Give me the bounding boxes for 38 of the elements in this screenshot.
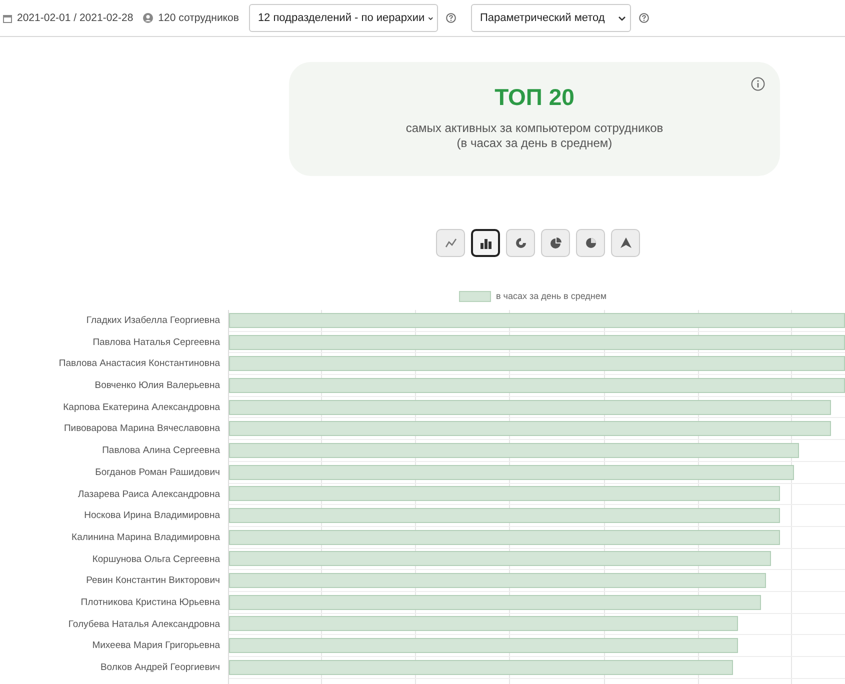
employee-name: Богданов Роман Рашидович bbox=[94, 466, 220, 480]
employee-name: Ревин Константин Викторович bbox=[85, 574, 220, 588]
card-subtitle: самых активных за компьютером сотрудников bbox=[406, 121, 664, 136]
employee-name: Карпова Екатерина Александровна bbox=[62, 400, 220, 415]
card-title: ТОП 20 bbox=[494, 84, 574, 111]
employee-name: Михеева Мария Григорьевна bbox=[91, 639, 220, 654]
legend-label: в часах за день в среднем bbox=[496, 291, 607, 301]
employee-name: Плотникова Кристина Юрьевна bbox=[80, 596, 220, 610]
calendar-icon bbox=[3, 14, 12, 22]
employee-count: 120 сотрудников bbox=[158, 12, 239, 24]
employee-name: Гладких Изабелла Георгиевна bbox=[85, 314, 220, 328]
method-select[interactable]: Параметрический метод bbox=[470, 4, 631, 32]
user-icon bbox=[143, 13, 154, 23]
info-icon[interactable] bbox=[751, 77, 765, 91]
date-range: 2021-02-01 / 2021-02-28 bbox=[17, 12, 134, 24]
legend-swatch bbox=[459, 290, 491, 302]
employee-name: Носкова Ирина Владимировна bbox=[83, 509, 220, 524]
card-note: (в часах за день в среднем) bbox=[456, 136, 612, 151]
employee-name: Павлова Алина Сергеевна bbox=[101, 444, 220, 458]
line-chart-icon bbox=[444, 238, 456, 248]
caret-icon bbox=[428, 16, 433, 20]
donut-chart-icon bbox=[514, 237, 526, 249]
employee-name: Волков Андрей Георгиевич bbox=[99, 661, 220, 675]
caret-icon bbox=[618, 16, 626, 20]
department-select[interactable]: 12 подразделений - по иерархии bbox=[248, 4, 438, 32]
employee-name: Калинина Марина Владимировна bbox=[70, 530, 220, 545]
employee-name: Павлова Анастасия Константиновна bbox=[58, 357, 220, 372]
help-icon[interactable] bbox=[638, 13, 649, 23]
employee-name: Лазарева Раиса Александровна bbox=[76, 488, 220, 502]
chart-type-button[interactable] bbox=[471, 229, 500, 257]
pie-chart-icon bbox=[550, 237, 562, 249]
employee-name: Вовченко Юлия Валерьевна bbox=[94, 379, 220, 394]
employee-name: Пивоварова Марина Вячеславовна bbox=[62, 422, 220, 436]
employee-name: Павлова Наталья Сергеевна bbox=[92, 336, 220, 350]
employee-name: Голубева Наталья Александровна bbox=[67, 618, 220, 632]
bar-chart-icon bbox=[480, 238, 492, 248]
employee-name: Коршунова Ольга Сергеевна bbox=[91, 552, 220, 567]
help-icon[interactable] bbox=[446, 13, 456, 23]
